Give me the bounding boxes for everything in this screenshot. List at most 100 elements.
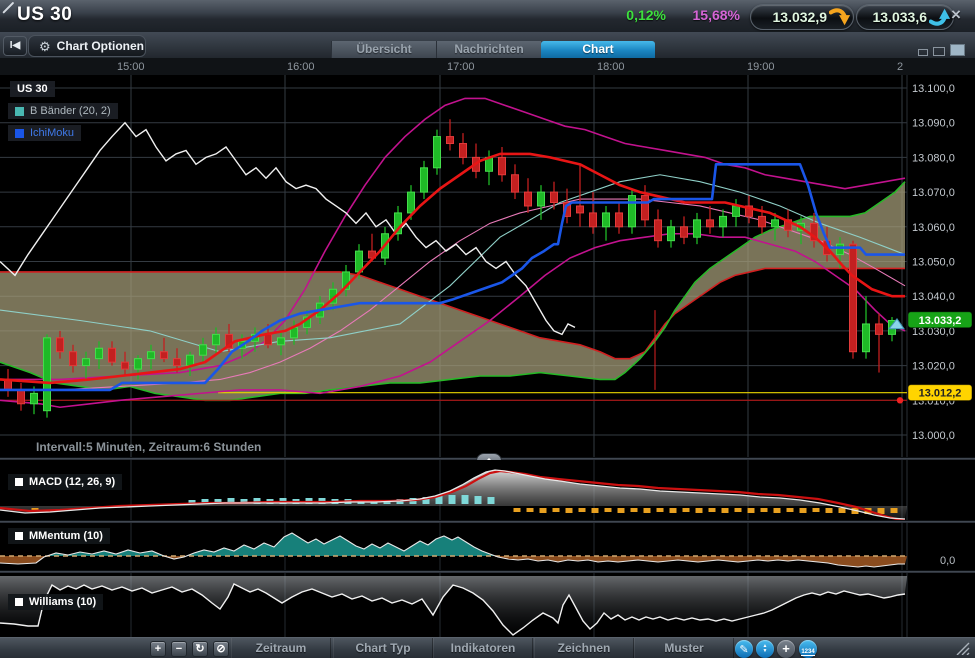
macd-hist-neg-bar [552,508,560,512]
toolbar-menu-zeichnen[interactable]: Zeichnen [534,638,634,658]
sell-price-value: 13.032,9 [772,9,828,25]
disable-button[interactable]: ⊘ [213,641,229,657]
williams-swatch-icon [15,598,23,606]
buy-price-value: 13.033,6 [872,9,928,25]
tab-uebersicht[interactable]: Übersicht [331,41,436,58]
resize-grip-icon[interactable] [954,642,970,655]
collapse-panel-icon[interactable]: I◀ [3,36,27,56]
zoom-in-button[interactable]: + [150,641,166,657]
macd-hist-neg-bar [578,508,586,512]
zoom-out-button[interactable]: − [171,641,187,657]
macd-hist-pos-bar [474,496,482,504]
macd-hist-neg-bar [617,508,625,513]
macd-label: MACD (12, 26, 9) [29,476,116,488]
legend-bollinger[interactable]: B Bänder (20, 2) [8,103,118,119]
values-1234-icon[interactable]: 1234 [799,640,817,658]
window-size-medium-icon[interactable] [933,47,945,56]
time-axis-label: 19:00 [747,61,775,73]
price-chart-svg: 13.100,0 13.090,0 13.080,0 13.070,0 13.060,0… [0,75,973,457]
williams-svg [0,573,908,637]
macd-hist-neg-bar [604,508,612,512]
macd-hist-neg-bar [708,508,716,512]
momentum-legend[interactable]: MMentum (10) [8,528,110,544]
momentum-panel[interactable]: 0,0 [0,523,975,570]
momentum-zero-label: 0,0 [940,555,955,567]
window-size-large-icon[interactable] [950,44,965,56]
buy-price-button[interactable]: 13.033,6 [856,4,954,30]
scroll-updown-icon[interactable]: ▲ ▼ [756,640,774,658]
sell-price-button[interactable]: 13.032,9 [750,4,854,30]
tab-nachrichten[interactable]: Nachrichten [436,41,541,58]
legend-bollinger-label: B Bänder (20, 2) [30,105,111,117]
macd-hist-neg-bar [890,508,898,513]
change-percent: 0,12% [626,7,666,23]
time-axis-label: 17:00 [447,61,475,73]
macd-hist-neg-bar [721,508,729,513]
price-axis-label: 13.100,0 [912,83,955,95]
ichimoku-swatch-icon [15,128,24,138]
macd-hist-neg-bar [773,508,781,513]
bollinger-swatch-icon [15,106,24,116]
svg-text:13.033,2: 13.033,2 [919,315,962,327]
macd-hist-neg-bar [786,508,794,512]
stop-dot[interactable] [896,397,904,404]
price-axis-label: 13.050,0 [912,257,955,269]
momentum-swatch-icon [15,532,23,540]
title-bar: US 30 0,12% 15,68% 13.032,9 13.033,6 × [0,0,975,33]
price-axis-label: 13.070,0 [912,187,955,199]
bottom-toolbar: + − ↻ ⊘ ✎ ▲ ▼ + 1234 Zeitraum Chart Typ Ind… [0,637,975,658]
close-icon[interactable]: × [951,5,961,25]
momentum-label: MMentum (10) [29,530,103,542]
toolbar-menu-zeitraum[interactable]: Zeitraum [231,638,331,658]
price-badge: 13.012,2 [907,384,973,402]
macd-hist-neg-bar [799,508,807,513]
legend-ichimoku-label: IchiMoku [30,127,75,139]
time-axis-label: 15:00 [117,61,145,73]
chart-options-label: Chart Optionen [56,39,144,53]
main-chart-area[interactable]: 13.100,0 13.090,0 13.080,0 13.070,0 13.060,0… [0,75,975,457]
price-down-arrow-icon [829,8,851,26]
legend-ichimoku[interactable]: IchiMoku [8,125,82,141]
instrument-title: US 30 [17,4,73,25]
momentum-positive-area [0,533,907,556]
macd-hist-neg-bar [838,508,846,513]
toolbar-menu-muster[interactable]: Muster [634,638,734,658]
time-axis-label: 16:00 [287,61,315,73]
trading-chart-window: US 30 0,12% 15,68% 13.032,9 13.033,6 × I… [0,0,975,658]
toolbar-menu-indikatoren[interactable]: Indikatoren [433,638,533,658]
window-size-small-icon[interactable] [918,49,928,56]
refresh-button[interactable]: ↻ [192,641,208,657]
chart-options-button[interactable]: ⚙ Chart Optionen [28,35,146,57]
macd-hist-neg-bar [734,508,742,512]
price-axis-label: 13.000,0 [912,430,955,442]
price-axis-label: 13.090,0 [912,118,955,130]
macd-swatch-icon [15,478,23,486]
interval-note: Intervall:5 Minuten, Zeitraum:6 Stunden [36,440,262,454]
time-axis-label: 18:00 [597,61,625,73]
macd-svg [0,460,908,523]
macd-legend[interactable]: MACD (12, 26, 9) [8,474,123,490]
window-corner-tick [2,1,15,14]
range-percent: 15,68% [692,7,740,23]
legend-symbol-label: US 30 [17,83,48,95]
price-badge: 13.033,2 [907,311,973,329]
gear-icon: ⚙ [39,38,51,54]
momentum-svg: 0,0 [0,523,955,570]
macd-hist-neg-bar [643,508,651,513]
svg-text:13.012,2: 13.012,2 [919,388,962,400]
tab-chart[interactable]: Chart [541,41,655,58]
macd-hist-neg-bar [565,508,573,513]
macd-hist-neg-bar [539,508,547,513]
draw-pencil-icon[interactable]: ✎ [735,640,753,658]
williams-panel[interactable] [0,573,975,637]
crosshair-icon[interactable]: + [777,640,795,658]
legend-symbol[interactable]: US 30 [10,81,55,97]
williams-legend[interactable]: Williams (10) [8,594,104,610]
macd-hist-neg-bar [591,508,599,513]
tab-bar: I◀ ⚙ Chart Optionen Übersicht Nachrichte… [0,32,975,59]
macd-hist-neg-bar [747,508,755,513]
macd-panel[interactable] [0,460,975,523]
williams-label: Williams (10) [29,596,97,608]
macd-hist-neg-bar [682,508,690,512]
toolbar-menu-chart-typ[interactable]: Chart Typ [333,638,433,658]
